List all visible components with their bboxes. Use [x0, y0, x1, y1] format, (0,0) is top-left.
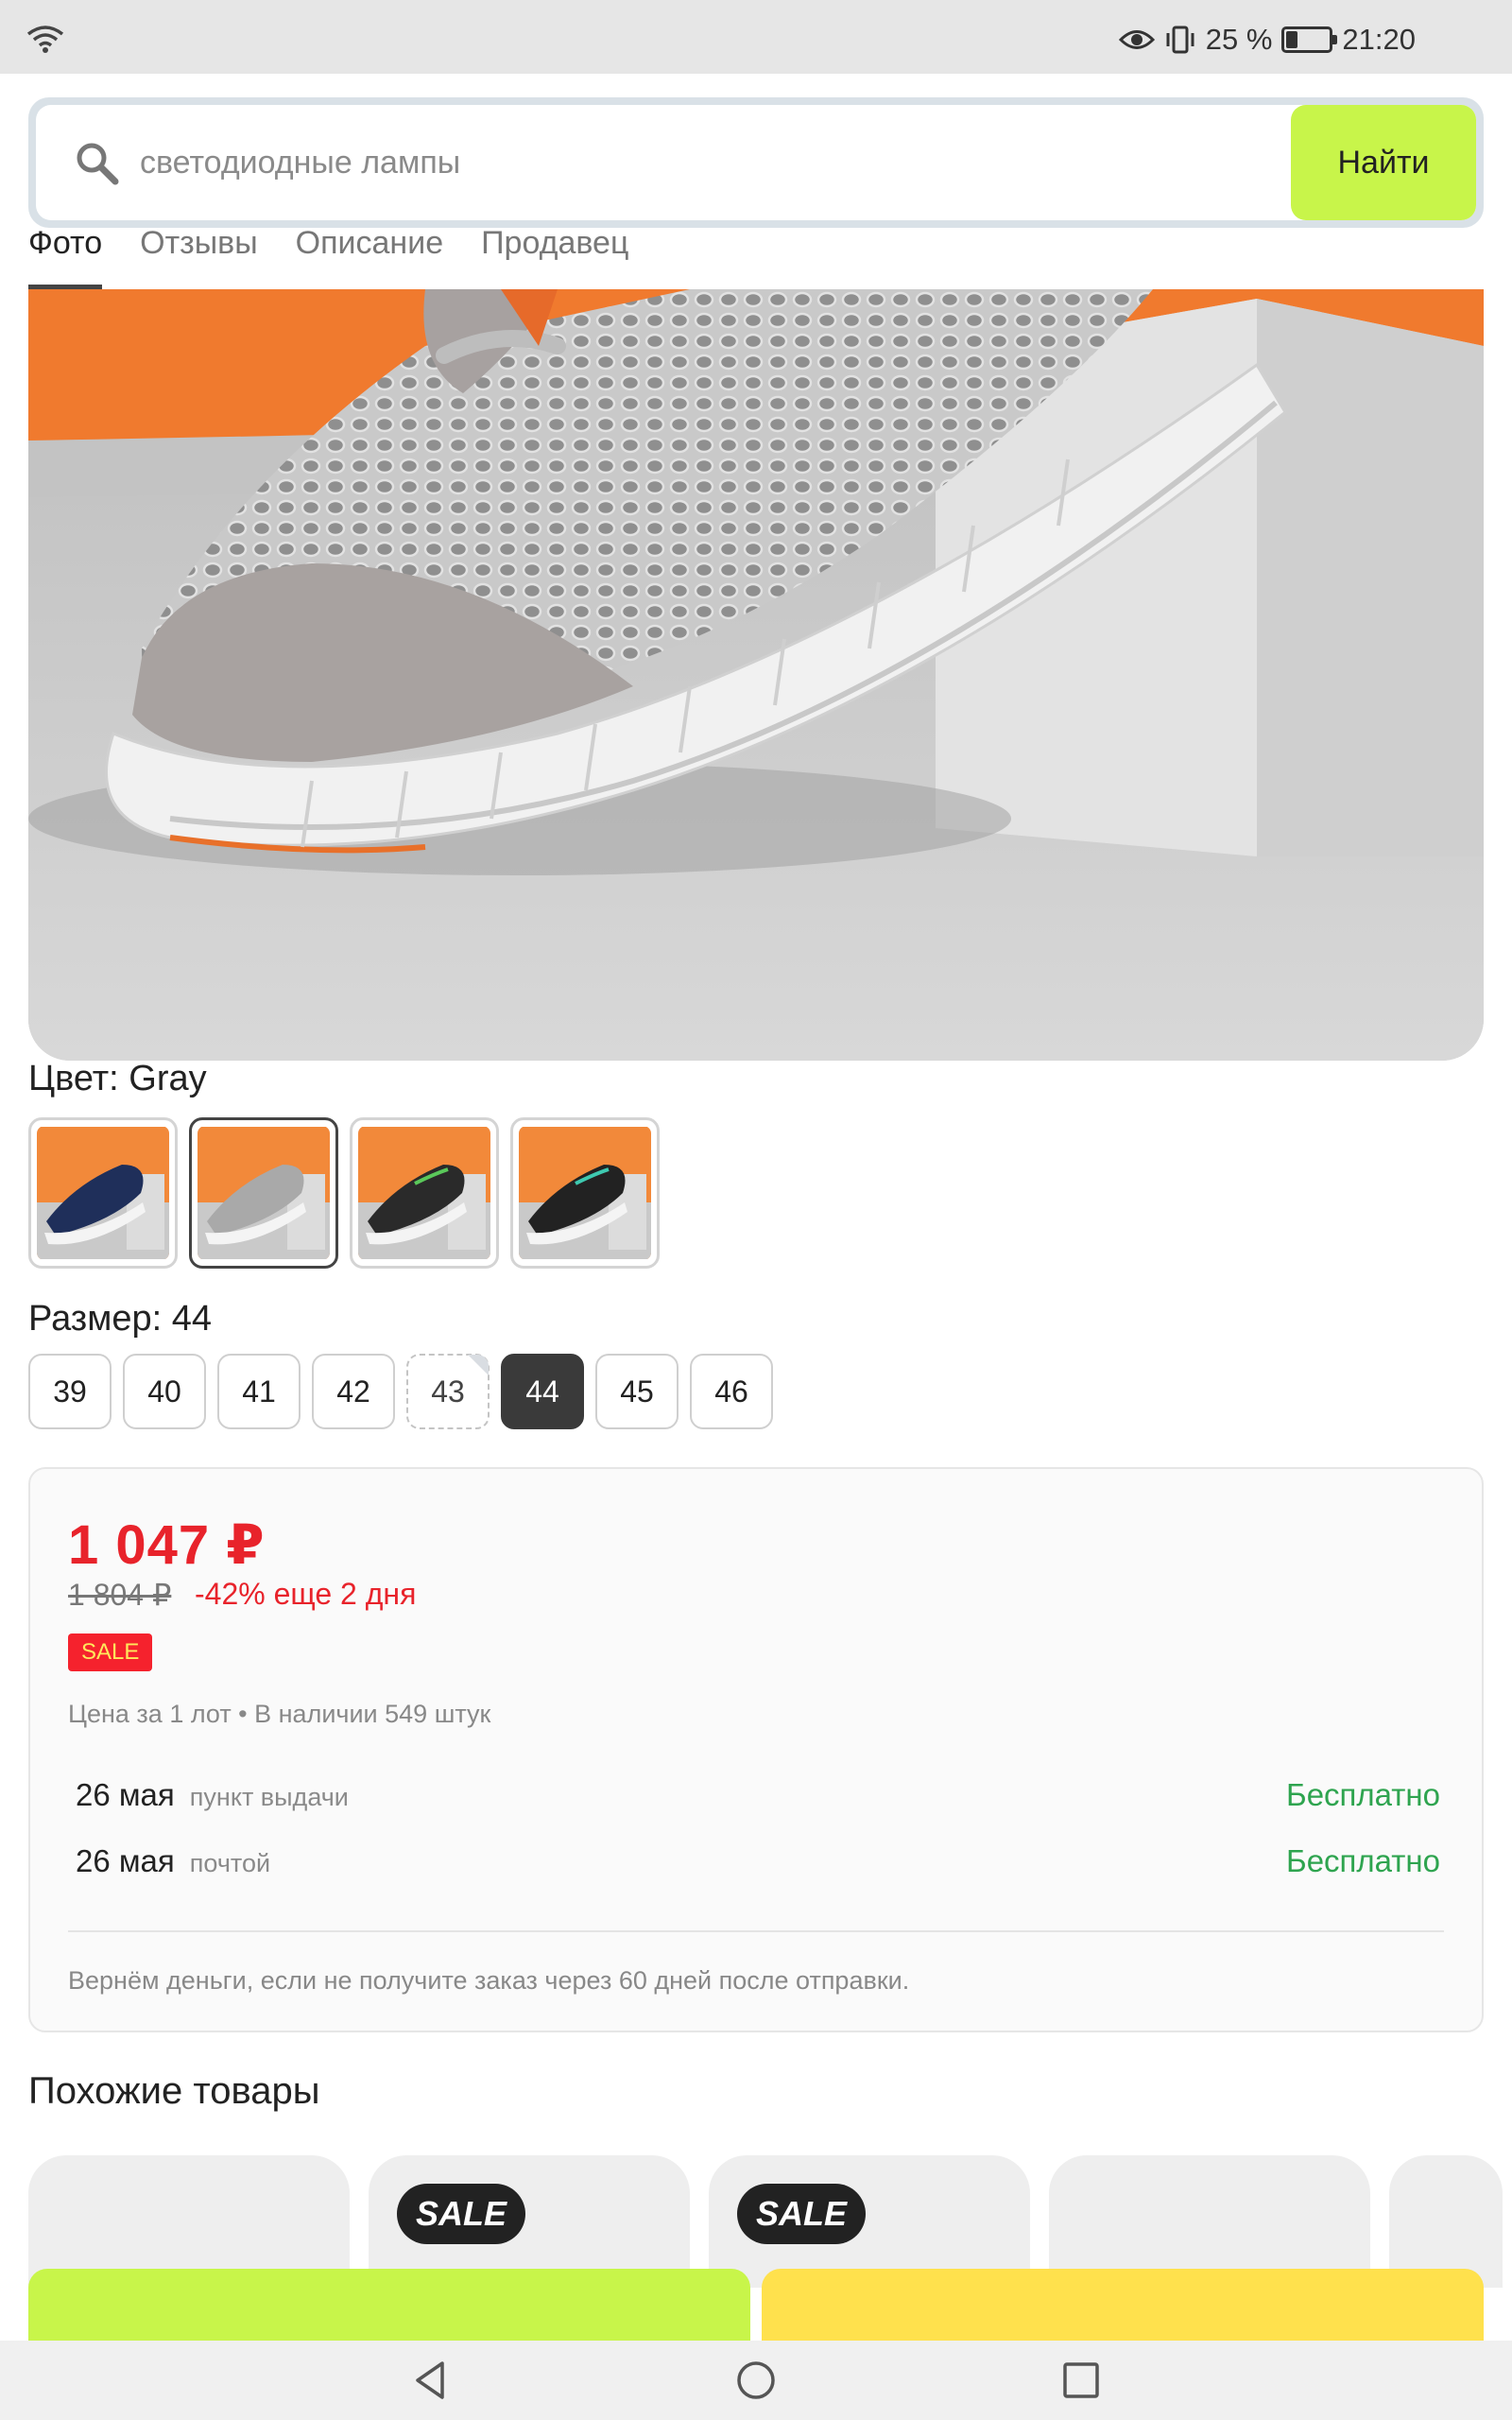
swatch-black-teal[interactable]: [510, 1117, 660, 1269]
delivery-cost: Бесплатно: [1286, 1843, 1440, 1878]
product-image[interactable]: [28, 289, 1484, 1061]
tab-reviews[interactable]: Отзывы: [140, 219, 258, 289]
color-label: Цвет: Gray: [28, 1059, 207, 1098]
size-options: 39 40 41 42 43 44 45 46: [28, 1354, 773, 1429]
recents-icon[interactable]: [1060, 2360, 1102, 2401]
system-nav-bar: [0, 2341, 1512, 2420]
size-option[interactable]: 42: [312, 1354, 395, 1429]
discount-label: -42% еще 2 дня: [195, 1577, 417, 1611]
sale-badge: SALE: [397, 2184, 526, 2244]
back-icon[interactable]: [410, 2360, 452, 2401]
stock-info: Цена за 1 лот • В наличии 549 штук: [68, 1700, 491, 1728]
delivery-date: 26 мая: [76, 1843, 175, 1878]
refund-note: Вернём деньги, если не получите заказ че…: [68, 1966, 910, 1995]
search-box: Найти: [36, 105, 1476, 220]
color-swatches: [28, 1117, 660, 1269]
wifi-icon: [26, 26, 64, 53]
swatch-navy[interactable]: [28, 1117, 178, 1269]
size-label: Размер: 44: [28, 1299, 212, 1339]
size-option[interactable]: 41: [217, 1354, 301, 1429]
eye-comfort-icon: [1118, 30, 1155, 49]
delivery-method: почтой: [189, 1849, 271, 1877]
size-option[interactable]: 39: [28, 1354, 112, 1429]
clock: 21:20: [1342, 23, 1416, 56]
tab-photo[interactable]: Фото: [28, 219, 103, 289]
tab-seller[interactable]: Продавец: [481, 219, 628, 289]
status-bar: 25 % 21:20: [0, 0, 1512, 74]
similar-product-card[interactable]: SALE: [709, 2155, 1030, 2288]
price-card: 1 047 ₽ 1 804 ₽ -42% еще 2 дня SALE Цена…: [28, 1467, 1484, 2032]
similar-product-card[interactable]: [1389, 2155, 1503, 2288]
delivery-option-pickup: 26 мая пункт выдачи Бесплатно: [76, 1777, 1440, 1819]
divider: [68, 1930, 1444, 1932]
tab-description[interactable]: Описание: [296, 219, 443, 289]
delivery-date: 26 мая: [76, 1777, 175, 1812]
product-tabs: Фото Отзывы Описание Продавец: [28, 219, 628, 289]
vibrate-icon: [1166, 26, 1194, 54]
similar-product-card[interactable]: [28, 2155, 350, 2288]
search-icon: [77, 143, 119, 185]
delivery-cost: Бесплатно: [1286, 1777, 1440, 1812]
search-button[interactable]: Найти: [1291, 105, 1476, 220]
size-option[interactable]: 45: [595, 1354, 679, 1429]
delivery-option-post: 26 мая почтой Бесплатно: [76, 1843, 1440, 1885]
similar-products-list: SALE SALE: [28, 2155, 1512, 2288]
battery-percent: 25 %: [1205, 23, 1273, 56]
similar-product-card[interactable]: SALE: [369, 2155, 690, 2288]
shoe-thumbnail: [37, 1127, 169, 1259]
delivery-method: пункт выдачи: [189, 1783, 349, 1811]
size-option-selected[interactable]: 44: [501, 1354, 584, 1429]
search-bar: Найти: [28, 97, 1484, 228]
size-option-unavailable[interactable]: 43: [406, 1354, 490, 1429]
shoe-thumbnail: [519, 1127, 651, 1259]
search-input[interactable]: [140, 144, 1179, 182]
home-icon[interactable]: [735, 2360, 777, 2401]
battery-icon: [1281, 26, 1338, 53]
shoe-thumbnail: [198, 1127, 330, 1259]
similar-product-card[interactable]: [1049, 2155, 1370, 2288]
size-option[interactable]: 46: [690, 1354, 773, 1429]
shoe-thumbnail: [358, 1127, 490, 1259]
swatch-black-green[interactable]: [350, 1117, 499, 1269]
swatch-gray[interactable]: [189, 1117, 338, 1269]
old-price: 1 804 ₽: [68, 1578, 172, 1612]
sneaker-photo: [28, 289, 1484, 1061]
similar-products-title: Похожие товары: [28, 2070, 320, 2112]
sale-badge: SALE: [737, 2184, 867, 2244]
current-price: 1 047 ₽: [68, 1514, 266, 1576]
size-option[interactable]: 40: [123, 1354, 206, 1429]
sale-badge: SALE: [68, 1634, 153, 1671]
